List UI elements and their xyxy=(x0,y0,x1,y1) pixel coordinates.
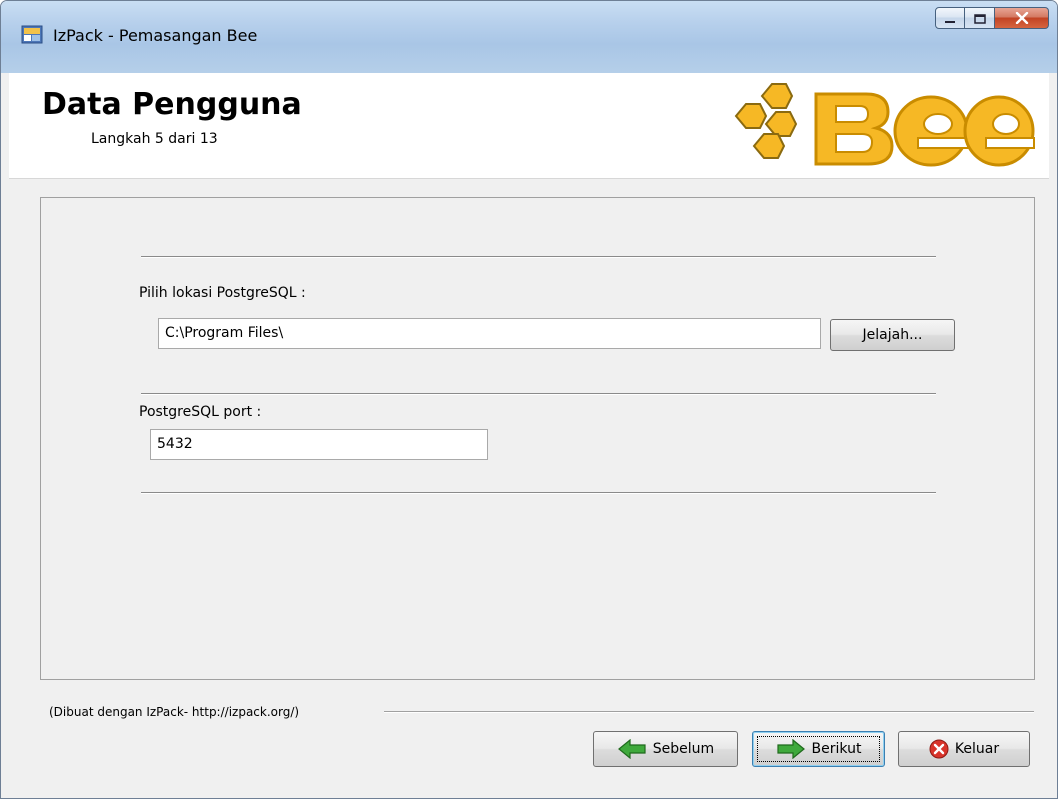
postgresql-location-input[interactable]: C:\Program Files\ xyxy=(158,318,821,349)
title-bar[interactable]: IzPack - Pemasangan Bee xyxy=(1,1,1057,73)
previous-button[interactable]: Sebelum xyxy=(593,731,738,767)
izpack-credit: (Dibuat dengan IzPack- http://izpack.org… xyxy=(49,705,300,719)
postgresql-port-label: PostgreSQL port : xyxy=(139,404,262,420)
next-button[interactable]: Berikut xyxy=(752,731,885,767)
quit-button[interactable]: Keluar xyxy=(898,731,1030,767)
maximize-button[interactable] xyxy=(965,7,995,29)
close-button[interactable] xyxy=(995,7,1049,29)
green-arrow-left-icon xyxy=(617,739,647,759)
bee-logo xyxy=(716,76,1036,176)
app-icon xyxy=(21,23,43,45)
minimize-icon xyxy=(944,9,956,28)
separator-top xyxy=(141,256,936,258)
page-title: Data Pengguna xyxy=(42,87,302,122)
browse-button[interactable]: Jelajah... xyxy=(830,319,955,351)
maximize-icon xyxy=(973,9,986,28)
header-banner: Data Pengguna Langkah 5 dari 13 xyxy=(9,73,1049,179)
installer-window: IzPack - Pemasangan Bee Data Pengguna La… xyxy=(0,0,1058,799)
postgresql-location-label: Pilih lokasi PostgreSQL : xyxy=(139,285,306,301)
minimize-button[interactable] xyxy=(935,7,965,29)
previous-button-label: Sebelum xyxy=(652,741,715,757)
browse-button-label: Jelajah... xyxy=(862,327,923,343)
green-arrow-right-icon xyxy=(776,739,806,759)
red-x-circle-icon xyxy=(929,739,949,759)
next-button-label: Berikut xyxy=(811,741,862,757)
step-indicator: Langkah 5 dari 13 xyxy=(91,131,218,147)
quit-button-label: Keluar xyxy=(954,741,1000,757)
main-panel: Pilih lokasi PostgreSQL : C:\Program Fil… xyxy=(40,197,1035,680)
close-icon xyxy=(1015,9,1029,28)
postgresql-port-input[interactable]: 5432 xyxy=(150,429,488,460)
separator-middle xyxy=(141,393,936,395)
separator-bottom xyxy=(141,492,936,494)
window-title: IzPack - Pemasangan Bee xyxy=(53,26,258,45)
window-controls xyxy=(935,7,1049,47)
footer-separator xyxy=(384,711,1034,713)
